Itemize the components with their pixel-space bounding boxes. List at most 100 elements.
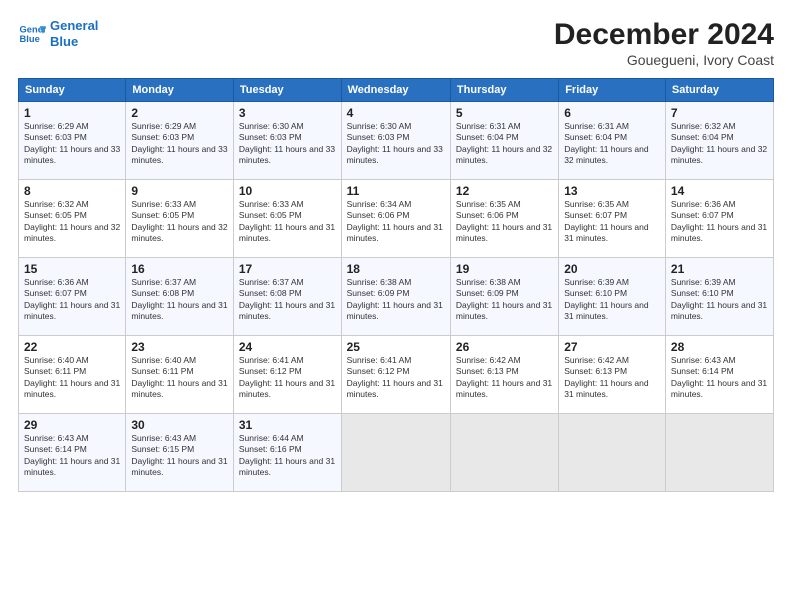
day-number: 11 [347, 184, 445, 198]
day-info: Sunrise: 6:42 AM Sunset: 6:13 PM Dayligh… [456, 355, 553, 401]
day-number: 16 [131, 262, 228, 276]
table-row: 22 Sunrise: 6:40 AM Sunset: 6:11 PM Dayl… [19, 336, 126, 414]
table-row: 25 Sunrise: 6:41 AM Sunset: 6:12 PM Dayl… [341, 336, 450, 414]
table-row: 21 Sunrise: 6:39 AM Sunset: 6:10 PM Dayl… [665, 258, 773, 336]
table-row: 18 Sunrise: 6:38 AM Sunset: 6:09 PM Dayl… [341, 258, 450, 336]
table-row: 4 Sunrise: 6:30 AM Sunset: 6:03 PM Dayli… [341, 102, 450, 180]
day-info: Sunrise: 6:41 AM Sunset: 6:12 PM Dayligh… [239, 355, 336, 401]
day-number: 29 [24, 418, 120, 432]
day-number: 25 [347, 340, 445, 354]
col-thursday: Thursday [450, 79, 558, 102]
calendar-table: Sunday Monday Tuesday Wednesday Thursday… [18, 78, 774, 492]
day-info: Sunrise: 6:38 AM Sunset: 6:09 PM Dayligh… [347, 277, 445, 323]
day-number: 26 [456, 340, 553, 354]
subtitle: Gouegueni, Ivory Coast [554, 52, 774, 68]
calendar-week-row: 8 Sunrise: 6:32 AM Sunset: 6:05 PM Dayli… [19, 180, 774, 258]
table-row: 2 Sunrise: 6:29 AM Sunset: 6:03 PM Dayli… [126, 102, 234, 180]
table-row: 14 Sunrise: 6:36 AM Sunset: 6:07 PM Dayl… [665, 180, 773, 258]
col-monday: Monday [126, 79, 234, 102]
day-number: 4 [347, 106, 445, 120]
day-number: 20 [564, 262, 660, 276]
calendar-week-row: 22 Sunrise: 6:40 AM Sunset: 6:11 PM Dayl… [19, 336, 774, 414]
logo-text: General Blue [50, 18, 98, 49]
table-row: 31 Sunrise: 6:44 AM Sunset: 6:16 PM Dayl… [233, 414, 341, 492]
day-info: Sunrise: 6:35 AM Sunset: 6:06 PM Dayligh… [456, 199, 553, 245]
day-number: 14 [671, 184, 768, 198]
day-info: Sunrise: 6:43 AM Sunset: 6:14 PM Dayligh… [671, 355, 768, 401]
table-row [450, 414, 558, 492]
table-row: 16 Sunrise: 6:37 AM Sunset: 6:08 PM Dayl… [126, 258, 234, 336]
day-number: 5 [456, 106, 553, 120]
table-row: 10 Sunrise: 6:33 AM Sunset: 6:05 PM Dayl… [233, 180, 341, 258]
svg-text:Blue: Blue [20, 33, 40, 43]
logo-line2: Blue [50, 34, 78, 49]
calendar-week-row: 1 Sunrise: 6:29 AM Sunset: 6:03 PM Dayli… [19, 102, 774, 180]
col-wednesday: Wednesday [341, 79, 450, 102]
day-number: 2 [131, 106, 228, 120]
logo: General Blue General Blue [18, 18, 98, 49]
logo-line1: General [50, 18, 98, 33]
calendar-week-row: 29 Sunrise: 6:43 AM Sunset: 6:14 PM Dayl… [19, 414, 774, 492]
page: General Blue General Blue December 2024 … [0, 0, 792, 612]
day-info: Sunrise: 6:34 AM Sunset: 6:06 PM Dayligh… [347, 199, 445, 245]
day-number: 8 [24, 184, 120, 198]
day-info: Sunrise: 6:43 AM Sunset: 6:15 PM Dayligh… [131, 433, 228, 479]
table-row: 3 Sunrise: 6:30 AM Sunset: 6:03 PM Dayli… [233, 102, 341, 180]
day-info: Sunrise: 6:36 AM Sunset: 6:07 PM Dayligh… [24, 277, 120, 323]
table-row: 7 Sunrise: 6:32 AM Sunset: 6:04 PM Dayli… [665, 102, 773, 180]
col-sunday: Sunday [19, 79, 126, 102]
day-info: Sunrise: 6:31 AM Sunset: 6:04 PM Dayligh… [456, 121, 553, 167]
title-block: December 2024 Gouegueni, Ivory Coast [554, 18, 774, 68]
table-row: 1 Sunrise: 6:29 AM Sunset: 6:03 PM Dayli… [19, 102, 126, 180]
table-row: 15 Sunrise: 6:36 AM Sunset: 6:07 PM Dayl… [19, 258, 126, 336]
col-saturday: Saturday [665, 79, 773, 102]
day-info: Sunrise: 6:30 AM Sunset: 6:03 PM Dayligh… [239, 121, 336, 167]
day-info: Sunrise: 6:29 AM Sunset: 6:03 PM Dayligh… [131, 121, 228, 167]
day-info: Sunrise: 6:39 AM Sunset: 6:10 PM Dayligh… [564, 277, 660, 323]
col-friday: Friday [559, 79, 666, 102]
table-row: 30 Sunrise: 6:43 AM Sunset: 6:15 PM Dayl… [126, 414, 234, 492]
table-row: 23 Sunrise: 6:40 AM Sunset: 6:11 PM Dayl… [126, 336, 234, 414]
day-number: 18 [347, 262, 445, 276]
table-row: 6 Sunrise: 6:31 AM Sunset: 6:04 PM Dayli… [559, 102, 666, 180]
day-number: 19 [456, 262, 553, 276]
day-info: Sunrise: 6:35 AM Sunset: 6:07 PM Dayligh… [564, 199, 660, 245]
main-title: December 2024 [554, 18, 774, 52]
day-info: Sunrise: 6:40 AM Sunset: 6:11 PM Dayligh… [131, 355, 228, 401]
header: General Blue General Blue December 2024 … [18, 18, 774, 68]
day-info: Sunrise: 6:33 AM Sunset: 6:05 PM Dayligh… [131, 199, 228, 245]
day-number: 27 [564, 340, 660, 354]
table-row: 17 Sunrise: 6:37 AM Sunset: 6:08 PM Dayl… [233, 258, 341, 336]
day-number: 24 [239, 340, 336, 354]
day-number: 22 [24, 340, 120, 354]
day-info: Sunrise: 6:32 AM Sunset: 6:05 PM Dayligh… [24, 199, 120, 245]
calendar-week-row: 15 Sunrise: 6:36 AM Sunset: 6:07 PM Dayl… [19, 258, 774, 336]
table-row: 9 Sunrise: 6:33 AM Sunset: 6:05 PM Dayli… [126, 180, 234, 258]
day-info: Sunrise: 6:40 AM Sunset: 6:11 PM Dayligh… [24, 355, 120, 401]
day-info: Sunrise: 6:32 AM Sunset: 6:04 PM Dayligh… [671, 121, 768, 167]
day-number: 10 [239, 184, 336, 198]
table-row: 12 Sunrise: 6:35 AM Sunset: 6:06 PM Dayl… [450, 180, 558, 258]
day-info: Sunrise: 6:39 AM Sunset: 6:10 PM Dayligh… [671, 277, 768, 323]
day-number: 28 [671, 340, 768, 354]
day-info: Sunrise: 6:29 AM Sunset: 6:03 PM Dayligh… [24, 121, 120, 167]
table-row: 5 Sunrise: 6:31 AM Sunset: 6:04 PM Dayli… [450, 102, 558, 180]
table-row: 19 Sunrise: 6:38 AM Sunset: 6:09 PM Dayl… [450, 258, 558, 336]
col-tuesday: Tuesday [233, 79, 341, 102]
day-number: 23 [131, 340, 228, 354]
table-row [559, 414, 666, 492]
table-row: 28 Sunrise: 6:43 AM Sunset: 6:14 PM Dayl… [665, 336, 773, 414]
day-number: 30 [131, 418, 228, 432]
day-info: Sunrise: 6:36 AM Sunset: 6:07 PM Dayligh… [671, 199, 768, 245]
calendar-header-row: Sunday Monday Tuesday Wednesday Thursday… [19, 79, 774, 102]
table-row: 8 Sunrise: 6:32 AM Sunset: 6:05 PM Dayli… [19, 180, 126, 258]
day-number: 12 [456, 184, 553, 198]
table-row: 11 Sunrise: 6:34 AM Sunset: 6:06 PM Dayl… [341, 180, 450, 258]
table-row: 26 Sunrise: 6:42 AM Sunset: 6:13 PM Dayl… [450, 336, 558, 414]
table-row: 29 Sunrise: 6:43 AM Sunset: 6:14 PM Dayl… [19, 414, 126, 492]
day-number: 17 [239, 262, 336, 276]
table-row: 27 Sunrise: 6:42 AM Sunset: 6:13 PM Dayl… [559, 336, 666, 414]
day-number: 13 [564, 184, 660, 198]
day-info: Sunrise: 6:42 AM Sunset: 6:13 PM Dayligh… [564, 355, 660, 401]
day-info: Sunrise: 6:37 AM Sunset: 6:08 PM Dayligh… [239, 277, 336, 323]
